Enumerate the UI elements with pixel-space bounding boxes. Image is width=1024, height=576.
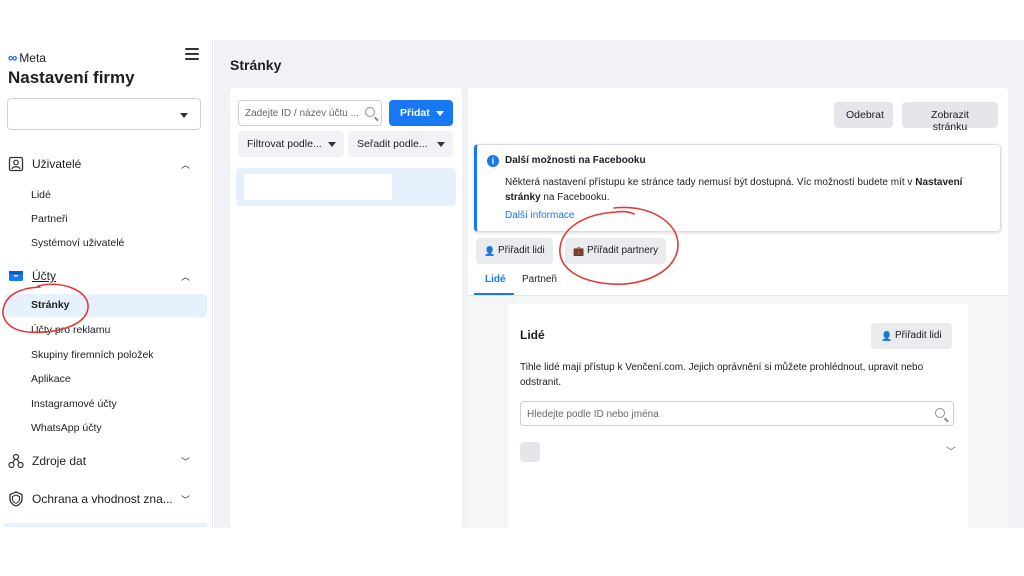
sidebar-item-partners[interactable]: Partneři bbox=[31, 213, 68, 225]
list-item-name bbox=[244, 174, 392, 200]
assign-people-button[interactable]: 👤 Přiřadit lidi bbox=[476, 238, 553, 264]
sidebar-item-instagram[interactable]: Instagramové účty bbox=[31, 398, 117, 410]
sidebar-item-asset-groups[interactable]: Skupiny firemních položek bbox=[31, 349, 154, 361]
info-title: Další možnosti na Facebooku bbox=[505, 155, 646, 166]
search-icon bbox=[935, 408, 945, 418]
assign-partners-label: Přiřadit partnery bbox=[587, 245, 659, 256]
section-brand-safety[interactable]: Ochrana a vhodnost zna... ﹀ bbox=[8, 491, 198, 507]
chevron-down-icon[interactable]: ﹀ bbox=[946, 443, 956, 458]
chevron-up-icon[interactable]: ︿ bbox=[181, 270, 190, 283]
data-sources-icon bbox=[8, 453, 24, 469]
person-add-icon: 👤 bbox=[484, 246, 496, 256]
chevron-down-icon[interactable]: ﹀ bbox=[181, 493, 190, 506]
section-accounts[interactable]: Účty ︿ bbox=[8, 268, 198, 284]
remove-button[interactable]: Odebrat bbox=[834, 102, 893, 128]
section-data-sources-label: Zdroje dat bbox=[32, 454, 87, 468]
tab-partners[interactable]: Partneři bbox=[522, 274, 557, 285]
people-assign-label: Přiřadit lidi bbox=[895, 330, 942, 341]
filter-label: Filtrovat podle... bbox=[247, 138, 322, 150]
page-detail-panel: Odebrat Zobrazit stránku i Další možnost… bbox=[468, 88, 1008, 528]
briefcase-icon bbox=[9, 271, 23, 281]
main-title: Stránky bbox=[230, 57, 282, 73]
assign-people-label: Přiřadit lidi bbox=[498, 245, 545, 256]
sidebar-item-system-users[interactable]: Systémoví uživatelé bbox=[31, 237, 124, 249]
search-placeholder: Zadejte ID / název účtu ... bbox=[245, 108, 359, 119]
list-item[interactable] bbox=[236, 168, 456, 206]
section-accounts-label: Účty bbox=[32, 269, 56, 283]
business-select[interactable] bbox=[7, 98, 201, 130]
section-brand-safety-label: Ochrana a vhodnost zna... bbox=[32, 492, 173, 506]
person-add-icon: 👤 bbox=[881, 331, 893, 341]
people-title: Lidé bbox=[520, 328, 545, 342]
add-button[interactable]: Přidat bbox=[389, 100, 453, 126]
chevron-down-icon bbox=[437, 142, 445, 147]
sidebar: ∞ Meta Nastavení firmy Uživatelé ︿ Lidé … bbox=[0, 40, 213, 528]
learn-more-link[interactable]: Další informace bbox=[505, 210, 574, 221]
sort-label: Seřadit podle... bbox=[357, 138, 428, 150]
sidebar-item-ad-accounts[interactable]: Účty pro reklamu bbox=[31, 324, 110, 336]
people-card: Lidé 👤 Přiřadit lidi Tihle lidé mají pří… bbox=[508, 304, 968, 528]
sort-button[interactable]: Seřadit podle... bbox=[348, 131, 453, 157]
info-text: Některá nastavení přístupu ke stránce ta… bbox=[505, 175, 975, 205]
sidebar-item-people[interactable]: Lidé bbox=[31, 189, 51, 201]
menu-icon[interactable] bbox=[185, 48, 199, 62]
users-icon bbox=[520, 442, 540, 462]
sidebar-item-apps[interactable]: Aplikace bbox=[31, 373, 71, 385]
chevron-down-icon[interactable]: ﹀ bbox=[181, 455, 190, 468]
info-icon: i bbox=[487, 155, 499, 167]
search-icon bbox=[365, 107, 375, 117]
shield-icon bbox=[9, 491, 23, 507]
section-data-sources[interactable]: Zdroje dat ﹀ bbox=[8, 453, 198, 469]
info-text-part: Některá nastavení přístupu ke stránce ta… bbox=[505, 177, 916, 188]
people-description: Tihle lidé mají přístup k Venčení.com. J… bbox=[520, 362, 924, 388]
people-section: Lidé 👤 Přiřadit lidi Tihle lidé mají pří… bbox=[468, 296, 1008, 528]
page-title: Nastavení firmy bbox=[8, 68, 135, 87]
info-text-end: na Facebooku. bbox=[540, 192, 610, 203]
section-users-label: Uživatelé bbox=[32, 157, 82, 171]
search-input[interactable]: Zadejte ID / název účtu ... bbox=[238, 100, 382, 126]
pages-list-panel: Zadejte ID / název účtu ... Přidat Filtr… bbox=[230, 88, 462, 528]
people-assign-button[interactable]: 👤 Přiřadit lidi bbox=[871, 323, 952, 349]
sidebar-scroll-indicator bbox=[4, 523, 207, 527]
filter-button[interactable]: Filtrovat podle... bbox=[238, 131, 344, 157]
chevron-down-icon bbox=[328, 142, 336, 147]
chevron-down-icon bbox=[180, 113, 188, 118]
users-icon bbox=[8, 156, 24, 172]
tab-people[interactable]: Lidé bbox=[485, 274, 506, 285]
chevron-down-icon bbox=[436, 111, 444, 116]
sidebar-item-whatsapp[interactable]: WhatsApp účty bbox=[31, 422, 102, 434]
partner-icon: 💼 bbox=[573, 246, 585, 256]
section-users[interactable]: Uživatelé ︿ bbox=[8, 156, 198, 172]
meta-logo: ∞ Meta bbox=[8, 50, 46, 65]
main-content: Stránky Zadejte ID / název účtu ... Přid… bbox=[214, 40, 1024, 528]
info-banner: i Další možnosti na Facebooku Některá na… bbox=[474, 144, 1001, 232]
business-settings-window: ∞ Meta Nastavení firmy Uživatelé ︿ Lidé … bbox=[0, 40, 1024, 528]
sidebar-item-pages[interactable]: Stránky bbox=[4, 294, 207, 317]
chevron-up-icon[interactable]: ︿ bbox=[181, 158, 190, 171]
meta-logo-icon: ∞ bbox=[8, 50, 18, 65]
people-search-input[interactable]: Hledejte podle ID nebo jména bbox=[520, 401, 954, 426]
view-page-button[interactable]: Zobrazit stránku bbox=[902, 102, 998, 133]
assign-partners-button[interactable]: 💼 Přiřadit partnery bbox=[565, 238, 667, 264]
add-button-label: Přidat bbox=[400, 107, 430, 119]
brand-name: Meta bbox=[19, 50, 46, 65]
people-search-placeholder: Hledejte podle ID nebo jména bbox=[527, 409, 659, 420]
